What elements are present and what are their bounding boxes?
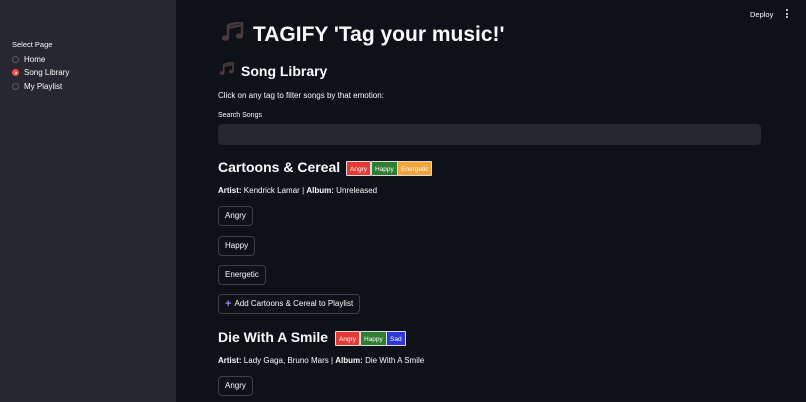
- radio-option-my-playlist[interactable]: My Playlist: [12, 82, 62, 91]
- album-label: Album:: [306, 186, 334, 195]
- section-title: Song Library: [219, 61, 328, 79]
- emotion-button-happy[interactable]: Happy: [218, 236, 256, 256]
- radio-option-home[interactable]: Home: [12, 55, 45, 64]
- radio-button-icon: [12, 83, 19, 90]
- album-label: Album:: [335, 356, 363, 365]
- tag-sad[interactable]: Sad: [386, 331, 406, 346]
- radio-button-icon: [12, 56, 19, 63]
- song-meta: Artist: Kendrick Lamar | Album: Unreleas…: [218, 186, 378, 195]
- search-label: Search Songs: [218, 112, 262, 119]
- add-to-playlist-label: Add Cartoons & Cereal to Playlist: [234, 299, 354, 308]
- deploy-button[interactable]: Deploy: [750, 10, 773, 19]
- album-name: Unreleased: [336, 186, 378, 195]
- artist-label: Artist:: [218, 356, 242, 365]
- radio-option-song-library[interactable]: Song Library: [12, 68, 69, 77]
- tag-angry[interactable]: Angry: [335, 331, 360, 346]
- artist-label: Artist:: [218, 186, 242, 195]
- search-input[interactable]: [218, 124, 761, 145]
- tag-energetic[interactable]: Energetic: [397, 161, 433, 176]
- sidebar: Select Page Home Song Library My Playlis…: [0, 0, 176, 402]
- add-to-playlist-button[interactable]: + Add Cartoons & Cereal to Playlist: [218, 294, 361, 314]
- plus-icon: +: [225, 298, 232, 310]
- vertical-dots-icon[interactable]: [784, 9, 790, 21]
- song-title: Cartoons & Cereal: [218, 159, 341, 175]
- artist-name: Lady Gaga, Bruno Mars: [243, 356, 329, 365]
- radio-button-selected-icon: [12, 69, 19, 76]
- album-name: Die With A Smile: [365, 356, 425, 365]
- song-title: Die With A Smile: [218, 329, 329, 345]
- page-selector-label: Select Page: [12, 40, 53, 49]
- tag-happy[interactable]: Happy: [371, 161, 398, 176]
- music-notes-icon: [219, 61, 235, 79]
- tag-happy[interactable]: Happy: [360, 331, 387, 346]
- emotion-button-energetic[interactable]: Energetic: [218, 265, 266, 285]
- radio-option-label: My Playlist: [24, 82, 63, 91]
- app: Select Page Home Song Library My Playlis…: [0, 0, 806, 402]
- radio-option-label: Home: [24, 55, 46, 64]
- emotion-button-angry[interactable]: Angry: [218, 206, 253, 226]
- tag-angry[interactable]: Angry: [346, 161, 371, 176]
- song-meta: Artist: Lady Gaga, Bruno Mars | Album: D…: [218, 356, 425, 365]
- section-title-text: Song Library: [241, 62, 328, 79]
- emotion-button-angry[interactable]: Angry: [218, 376, 253, 396]
- artist-name: Kendrick Lamar: [243, 186, 300, 195]
- radio-option-label: Song Library: [24, 68, 70, 77]
- music-notes-icon: [221, 20, 245, 48]
- filter-hint: Click on any tag to filter songs by that…: [218, 91, 384, 100]
- page-title-text: TAGIFY 'Tag your music!': [253, 23, 505, 46]
- page-title: TAGIFY 'Tag your music!': [221, 20, 505, 48]
